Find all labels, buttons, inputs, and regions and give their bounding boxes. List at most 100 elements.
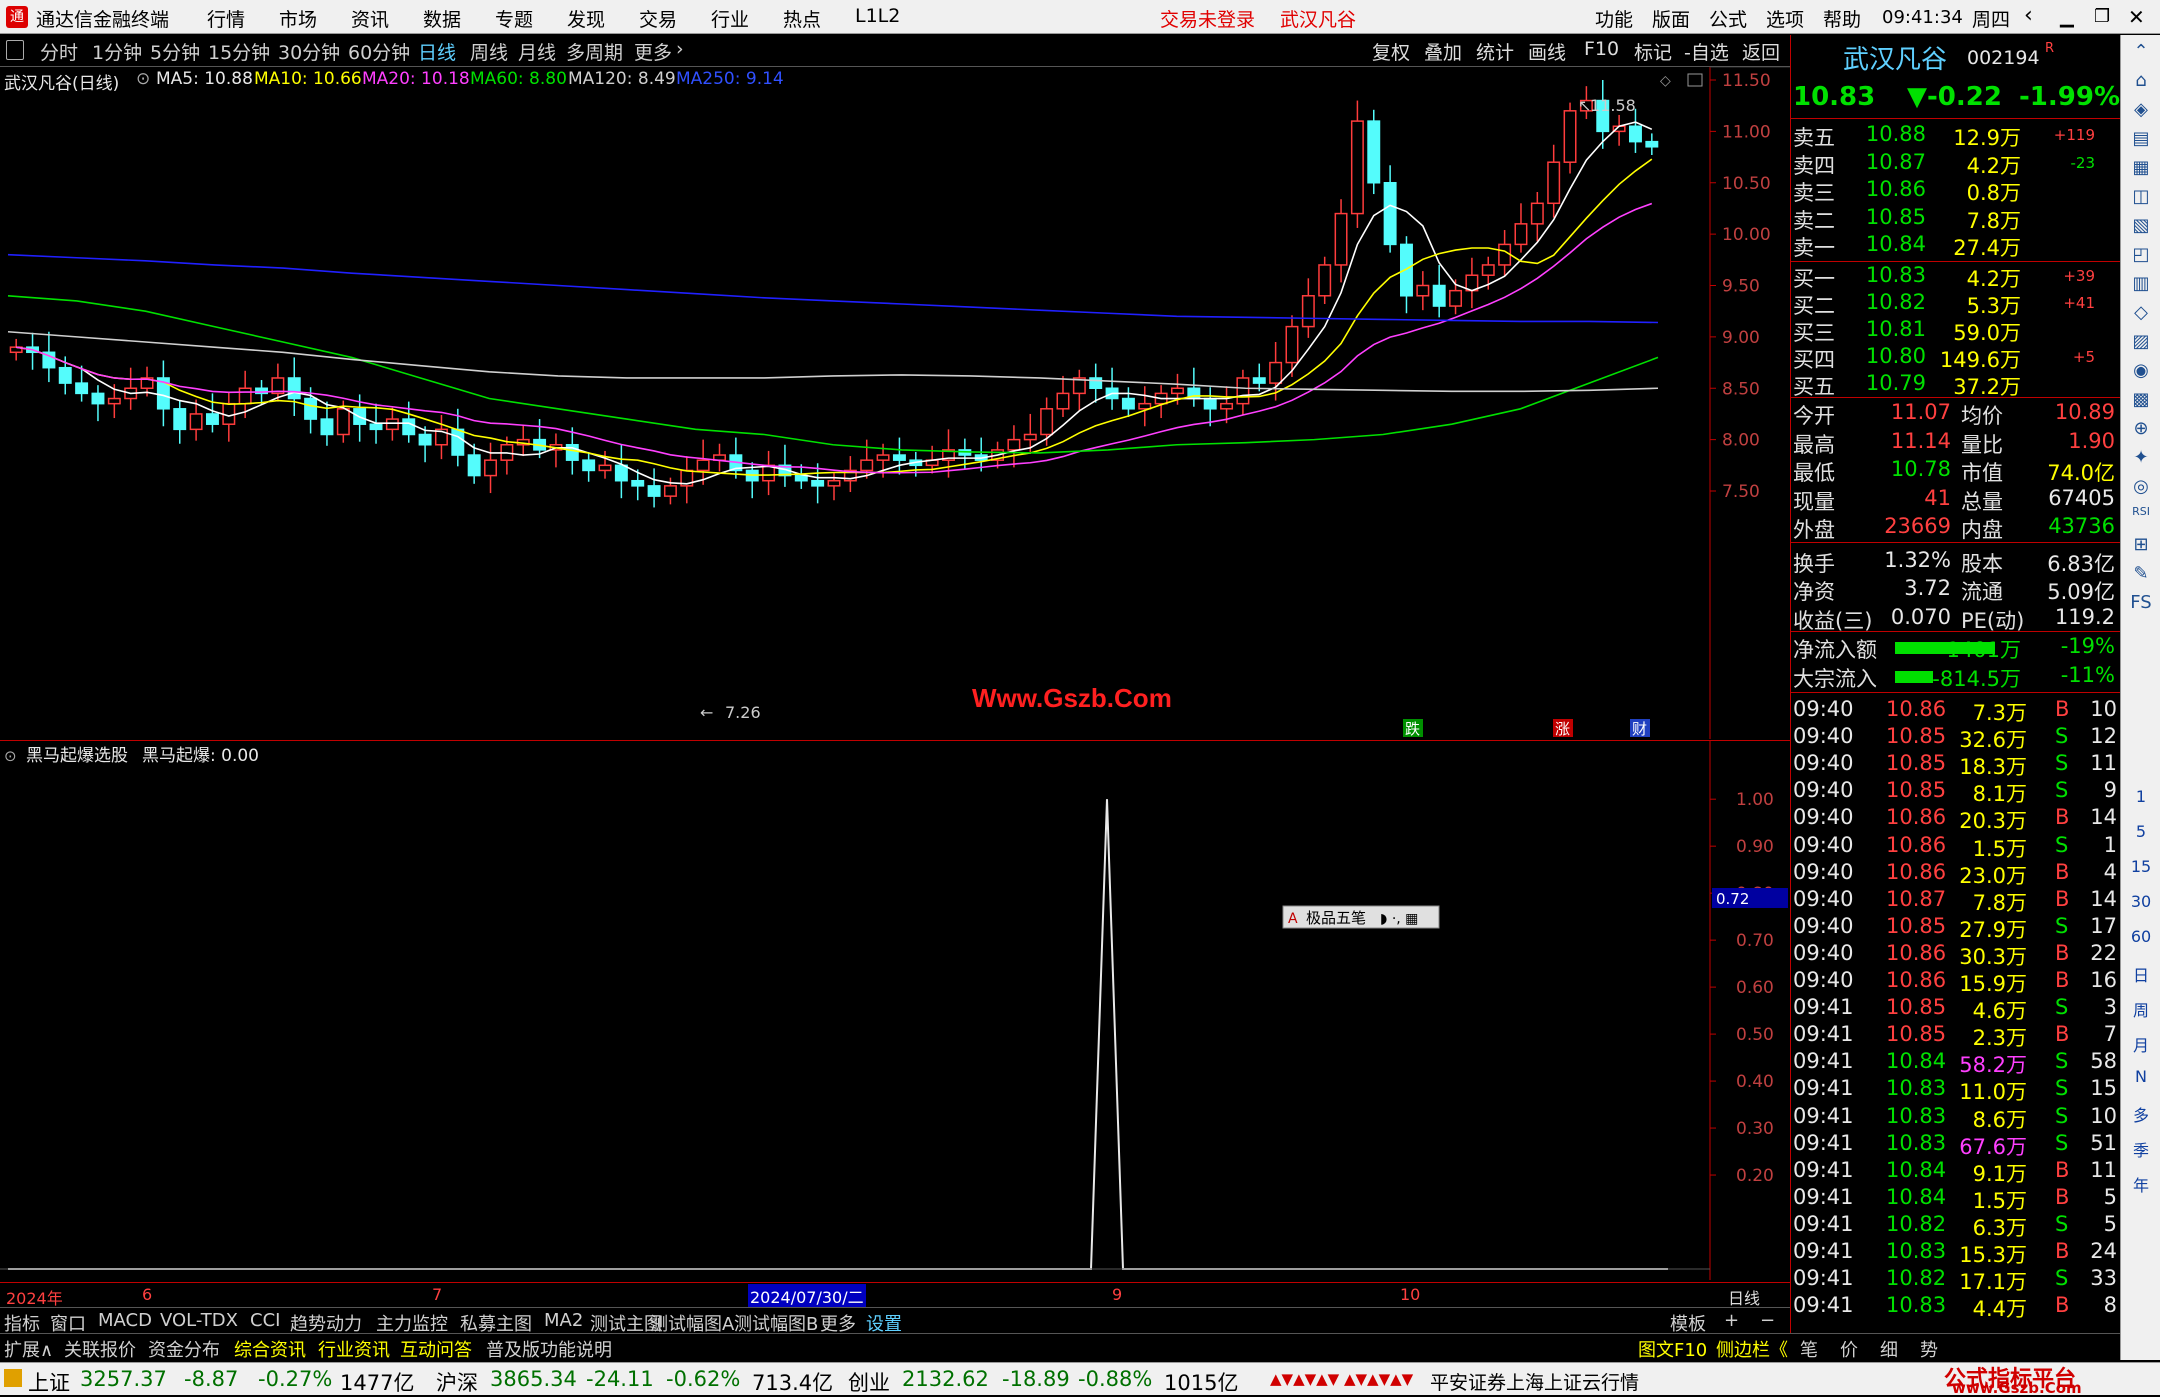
indicator-tab[interactable]: VOL-TDX [160,1310,238,1331]
tick-row[interactable]: 09:41 10.85 4.6万 S 3 [1791,995,2121,1023]
menu-item-xuanxiang[interactable]: 选项 [1766,5,1804,32]
back-icon[interactable]: ‹ [2024,3,2033,28]
period-monthly[interactable]: 月线 [518,38,556,65]
menu-item-faxian[interactable]: 发现 [567,5,605,32]
indicator-collapse-icon[interactable]: ⊙ [4,747,17,765]
ime-label[interactable]: 极品五笔 [1306,909,1366,927]
period-more[interactable]: 更多 [634,38,672,65]
tick-row[interactable]: 09:40 10.85 18.3万 S 11 [1791,751,2121,779]
sidebar-tool-icon[interactable]: ◰ [2127,244,2155,272]
tick-row[interactable]: 09:41 10.82 6.3万 S 5 [1791,1212,2121,1240]
period-5min[interactable]: 5分钟 [150,38,200,65]
tick-row[interactable]: 09:41 10.83 4.4万 B 8 [1791,1293,2121,1321]
diamond-icon[interactable]: ◇ [1660,73,1671,89]
period-1min[interactable]: 1分钟 [92,38,142,65]
panel-tab[interactable]: 笔 [1800,1336,1818,1362]
sidebar-tool-icon[interactable]: ▩ [2127,389,2155,417]
ask-row[interactable]: 卖三 10.86 0.8万 [1791,177,2121,205]
menu-item-gongshi[interactable]: 公式 [1709,5,1747,32]
info-tab[interactable]: 普及版功能说明 [486,1336,612,1362]
menu-item-redian[interactable]: 热点 [783,5,821,32]
index-hs-name[interactable]: 沪深 [436,1367,478,1397]
status-menu-icon[interactable] [4,1369,22,1387]
stat-row[interactable]: 最低 10.78 市值 74.0亿 [1791,457,2121,485]
sidebar-tool-icon[interactable]: ⊞ [2127,534,2155,562]
sidebar-tool-icon[interactable]: ◫ [2127,186,2155,214]
sidebar-period-11[interactable]: 年 [2127,1172,2155,1200]
close-icon[interactable]: ✕ [2128,5,2145,29]
mark-die[interactable]: 跌 [1405,720,1420,738]
ime-toggle-icon[interactable]: ◗ ·, ▦ [1380,911,1418,927]
sidebar-tool-icon[interactable]: FS [2127,592,2155,620]
sidebar-period-0[interactable]: 1 [2127,787,2155,815]
tick-row[interactable]: 09:40 10.86 30.3万 B 22 [1791,941,2121,969]
tick-row[interactable]: 09:41 10.84 9.1万 B 11 [1791,1158,2121,1186]
sidebar-tool-icon[interactable]: ✦ [2127,447,2155,475]
tool-huaxian[interactable]: 画线 [1528,38,1566,65]
tool-fanhui[interactable]: 返回 [1742,38,1780,65]
menu-item-hangqing[interactable]: 行情 [207,5,245,32]
period-60min[interactable]: 60分钟 [348,38,410,65]
candlestick-chart[interactable]: 11.50 11.00 10.50 10.00 9.50 9.00 8.50 8.00 7.50… [0,67,1790,739]
expand-icon[interactable] [1687,73,1703,87]
tick-row[interactable]: 09:40 10.85 8.1万 S 9 [1791,778,2121,806]
sidebar-period-4[interactable]: 60 [2127,927,2155,955]
bid-row[interactable]: 买四 10.80 149.6万 +5 [1791,344,2121,372]
stat-row[interactable]: 今开 11.07 均价 10.89 [1791,400,2121,428]
menu-item-l1l2[interactable]: L1L2 [855,5,900,27]
menu-item-banmian[interactable]: 版面 [1652,5,1690,32]
restore-icon[interactable]: ❐ [2094,6,2110,27]
minimize-icon[interactable]: ▁ [2060,7,2074,28]
sidebar-tool-icon[interactable]: ▥ [2127,273,2155,301]
tick-row[interactable]: 09:40 10.87 7.8万 B 14 [1791,887,2121,915]
tick-row[interactable]: 09:41 10.84 58.2万 S 58 [1791,1049,2121,1077]
period-30min[interactable]: 30分钟 [278,38,340,65]
indicator-tab[interactable]: CCI [250,1310,280,1331]
market-breadth-icon[interactable]: ▲▼▲▼▲▼ ▲▼▲▼▲▼ [1270,1370,1413,1388]
sidebar-tool-icon[interactable]: ◈ [2127,99,2155,127]
chevron-right-icon[interactable]: › [676,38,684,60]
flow-row[interactable]: 大宗流入 -814.5万 -11% [1791,663,2121,691]
info-tab[interactable]: 扩展∧ [4,1336,53,1362]
sidebar-tool-icon[interactable]: RSI [2127,505,2155,533]
tick-row[interactable]: 09:40 10.86 1.5万 S 1 [1791,833,2121,861]
tick-row[interactable]: 09:41 10.85 2.3万 B 7 [1791,1022,2121,1050]
tick-row[interactable]: 09:40 10.86 20.3万 B 14 [1791,805,2121,833]
sidebar-tool-icon[interactable]: ⊕ [2127,418,2155,446]
tool-zixuan[interactable]: -自选 [1684,38,1729,65]
ask-row[interactable]: 卖五 10.88 12.9万 +119 [1791,122,2121,150]
tick-row[interactable]: 09:41 10.84 1.5万 B 5 [1791,1185,2121,1213]
sidebar-period-8[interactable]: N [2127,1067,2155,1095]
menu-item-hangye[interactable]: 行业 [711,5,749,32]
sidebar-tool-icon[interactable]: ◉ [2127,360,2155,388]
sidebar-period-6[interactable]: 周 [2127,997,2155,1025]
period-fenshi[interactable]: 分时 [40,38,78,65]
sidebar-period-5[interactable]: 日 [2127,962,2155,990]
sidebar-tool-icon[interactable]: ⌂ [2127,70,2155,98]
sidebar-tool-icon[interactable]: ◇ [2127,302,2155,330]
info-tab[interactable]: 行业资讯 [318,1336,390,1362]
ime-icon[interactable]: A [1288,911,1298,927]
period-15min[interactable]: 15分钟 [208,38,270,65]
tick-row[interactable]: 09:41 10.83 15.3万 B 24 [1791,1239,2121,1267]
tool-f10[interactable]: F10 [1584,38,1619,60]
sidebar-tool-icon[interactable]: ▦ [2127,157,2155,185]
info-tab[interactable]: 互动问答 [400,1336,472,1362]
tool-fuquan[interactable]: 复权 [1372,38,1410,65]
sidebar-period-9[interactable]: 多 [2127,1102,2155,1130]
stat-row[interactable]: 净资 3.72 流通 5.09亿 [1791,576,2121,604]
sidebar-tool-icon[interactable]: ✎ [2127,563,2155,591]
menu-item-shichang[interactable]: 市场 [279,5,317,32]
sidebar-period-3[interactable]: 30 [2127,892,2155,920]
sidebar-period-7[interactable]: 月 [2127,1032,2155,1060]
remove-tab-icon[interactable]: − [1760,1310,1775,1331]
menu-item-zhuanti[interactable]: 专题 [495,5,533,32]
panel-tab[interactable]: 势 [1920,1336,1938,1362]
window-icon[interactable] [6,40,24,60]
sidebar-period-2[interactable]: 15 [2127,857,2155,885]
indicator-tab[interactable]: MACD [98,1310,152,1331]
menu-item-gongneng[interactable]: 功能 [1595,5,1633,32]
period-daily[interactable]: 日线 [418,38,456,65]
indicator-tab[interactable]: MA2 [544,1310,583,1331]
stat-row[interactable]: 收益(三) 0.070 PE(动) 119.2 [1791,605,2121,633]
